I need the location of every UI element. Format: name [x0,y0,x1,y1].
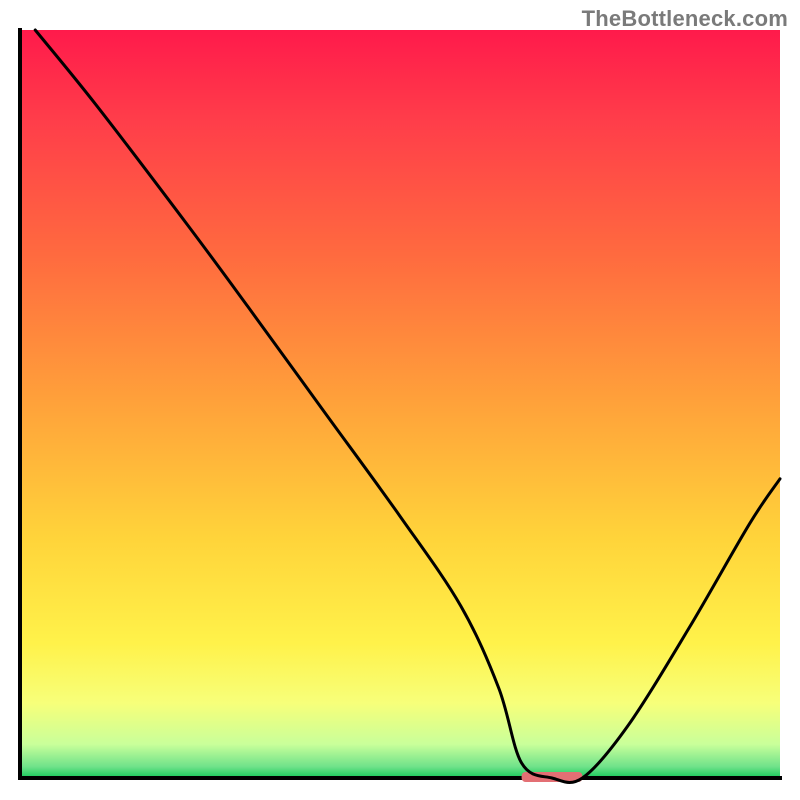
bottleneck-chart [0,0,800,800]
watermark-text: TheBottleneck.com [582,6,788,32]
chart-container: TheBottleneck.com [0,0,800,800]
